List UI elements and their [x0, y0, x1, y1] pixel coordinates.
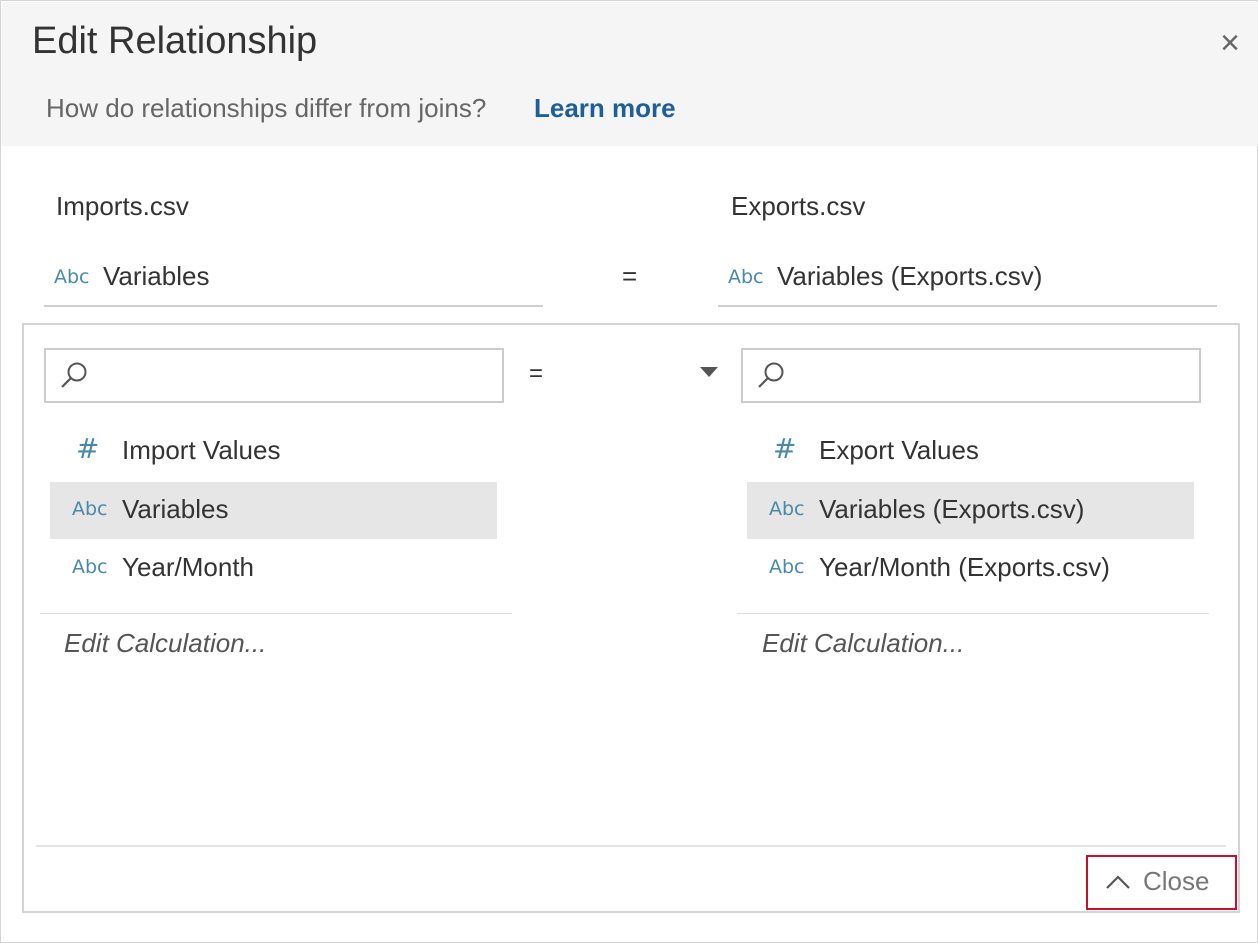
string-type-icon: Abc	[54, 266, 90, 288]
left-field-item-year-month[interactable]: Abc Year/Month	[50, 540, 497, 597]
right-field-item-export-values[interactable]: # Export Values	[747, 423, 1194, 480]
field-label: Import Values	[122, 435, 281, 465]
left-table-name: Imports.csv	[56, 191, 189, 221]
field-picker-panel: = # Import Values Abc Variables Abc Year…	[22, 323, 1240, 913]
right-table-name: Exports.csv	[731, 191, 866, 221]
dialog-title: Edit Relationship	[32, 20, 318, 62]
close-panel-button[interactable]: Close	[1086, 855, 1237, 910]
chevron-up-icon	[1106, 875, 1130, 889]
string-type-icon: Abc	[72, 498, 108, 520]
left-field-selector[interactable]: Abc Variables	[44, 253, 543, 307]
number-type-icon: #	[773, 432, 797, 465]
right-edit-calculation-link[interactable]: Edit Calculation...	[762, 628, 964, 659]
field-label: Export Values	[819, 435, 979, 465]
left-field-item-variables[interactable]: Abc Variables	[50, 482, 497, 539]
close-button-label: Close	[1143, 866, 1210, 896]
right-search-input[interactable]	[741, 348, 1201, 403]
string-type-icon: Abc	[728, 266, 764, 288]
operator-label: =	[529, 360, 544, 387]
left-selected-field-name: Variables	[103, 261, 210, 291]
left-search-input[interactable]	[44, 348, 504, 403]
left-field-item-import-values[interactable]: # Import Values	[50, 423, 497, 480]
relationship-operator: =	[622, 261, 638, 291]
left-edit-calculation-link[interactable]: Edit Calculation...	[64, 628, 266, 659]
string-type-icon: Abc	[72, 556, 108, 578]
right-list-divider	[737, 613, 1209, 614]
search-icon	[61, 362, 87, 388]
panel-footer-divider	[36, 845, 1226, 847]
search-icon	[758, 362, 784, 388]
string-type-icon: Abc	[769, 556, 805, 578]
string-type-icon: Abc	[769, 498, 805, 520]
right-field-item-year-month-exports[interactable]: Abc Year/Month (Exports.csv)	[747, 540, 1194, 597]
left-list-divider	[40, 613, 512, 614]
edit-relationship-dialog: Edit Relationship × How do relationships…	[0, 0, 1258, 943]
number-type-icon: #	[76, 432, 100, 465]
right-field-item-variables-exports[interactable]: Abc Variables (Exports.csv)	[747, 482, 1194, 539]
dialog-header: Edit Relationship × How do relationships…	[2, 2, 1258, 146]
field-label: Year/Month	[122, 552, 255, 582]
field-label: Variables	[122, 494, 229, 524]
relationship-help-text: How do relationships differ from joins?	[46, 93, 487, 123]
field-label: Variables (Exports.csv)	[819, 494, 1085, 524]
right-selected-field-name: Variables (Exports.csv)	[777, 261, 1043, 291]
right-field-selector[interactable]: Abc Variables (Exports.csv)	[718, 253, 1217, 307]
operator-dropdown-caret-icon[interactable]	[700, 367, 718, 377]
learn-more-link[interactable]: Learn more	[534, 93, 676, 124]
field-label: Year/Month (Exports.csv)	[819, 552, 1110, 582]
close-icon[interactable]: ×	[1215, 26, 1245, 60]
